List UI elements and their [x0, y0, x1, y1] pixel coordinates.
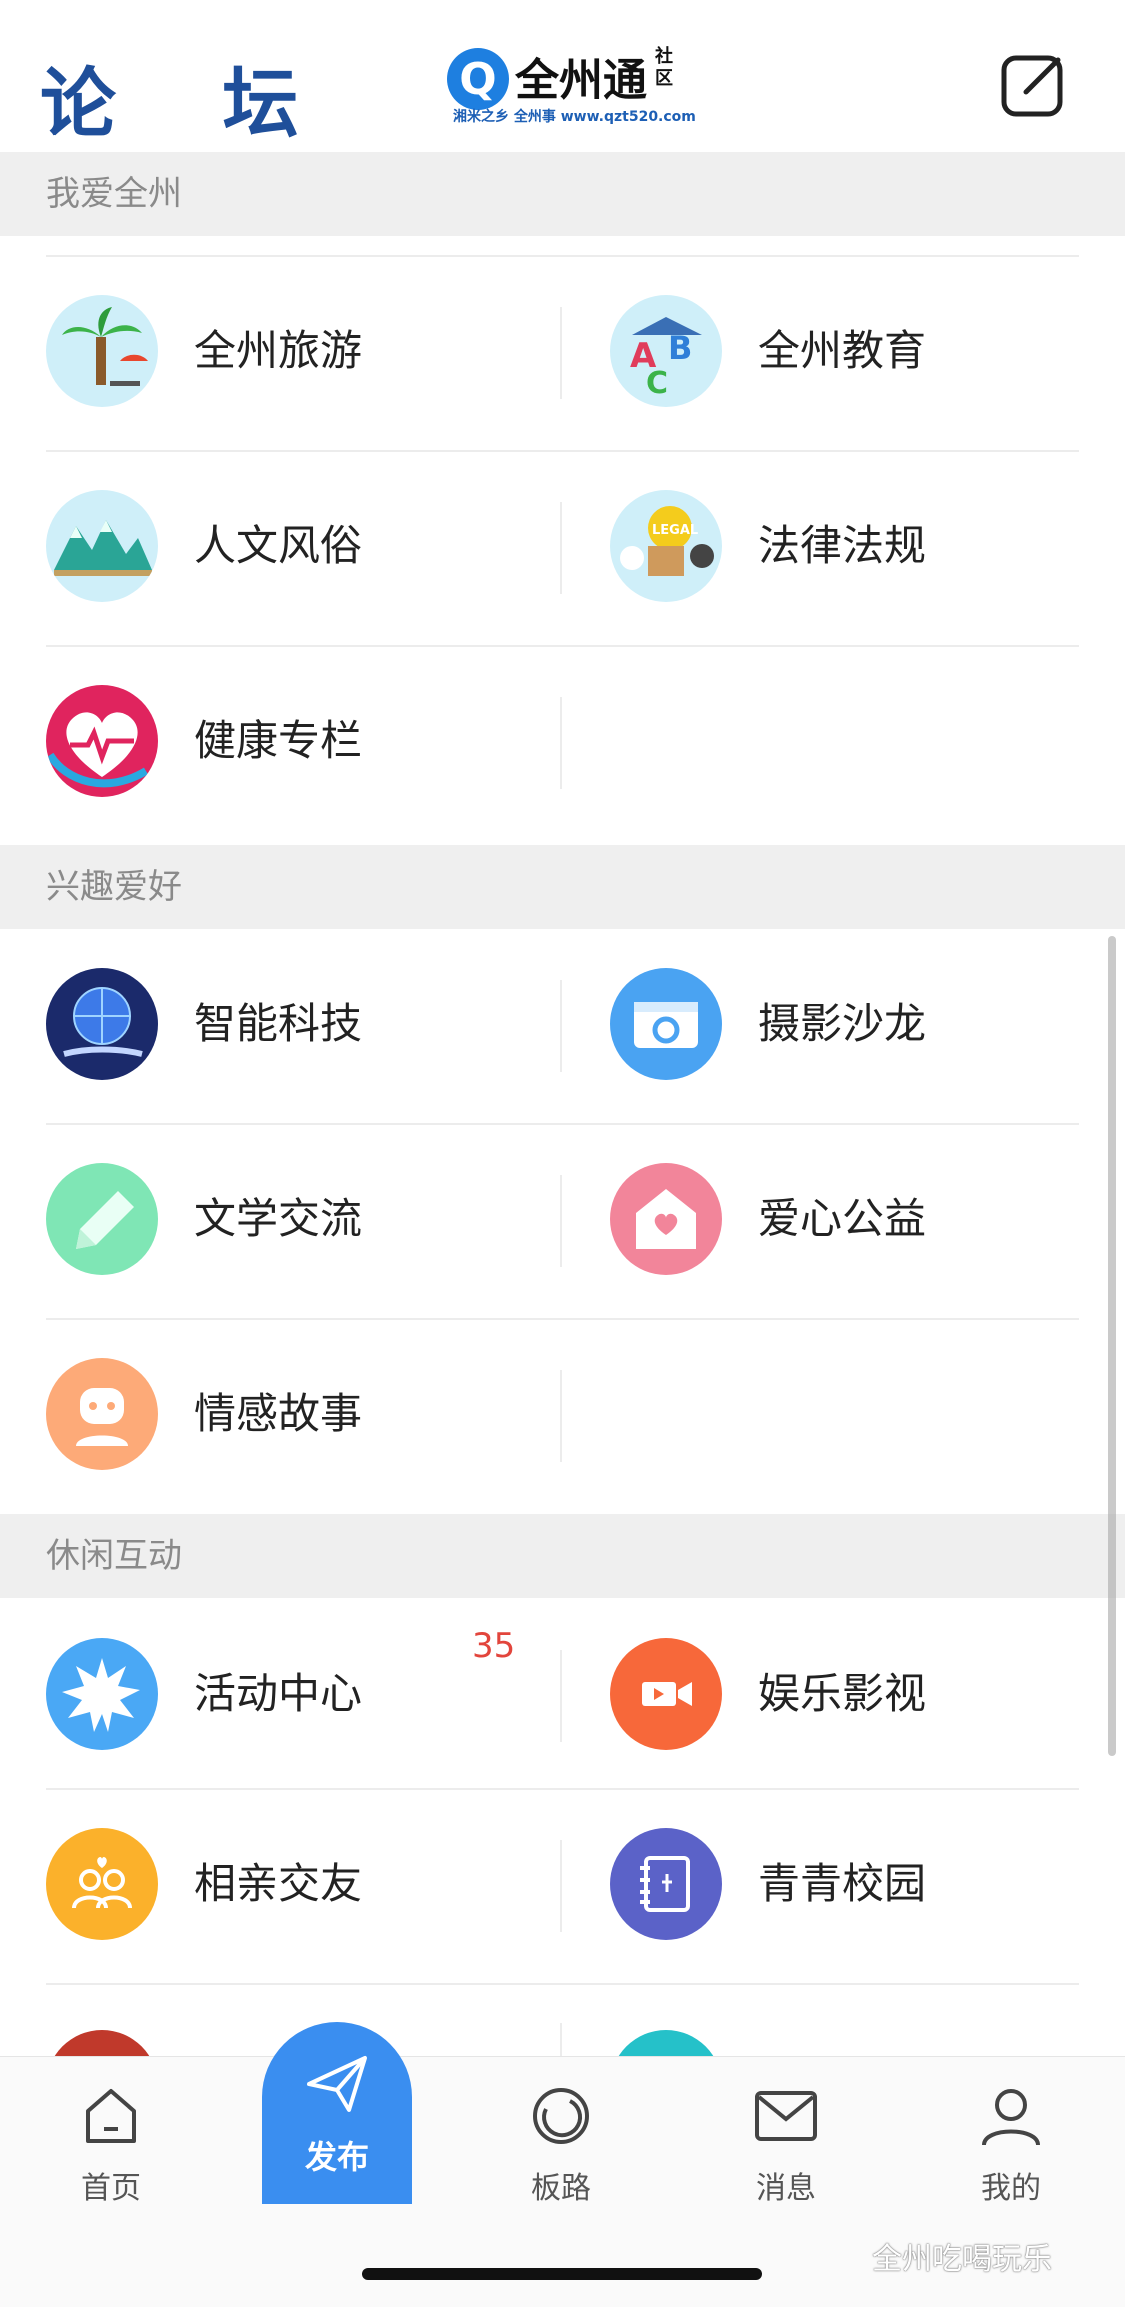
section-header-woaiquanzhou: 我爱全州 — [0, 152, 1125, 236]
user-icon — [982, 2089, 1040, 2146]
legal-scale-icon: LEGAL — [610, 490, 722, 602]
app-logo: Q 全州通 社区 湘米之乡 全州事 www.qzt520.com — [443, 44, 696, 130]
palm-tree-icon — [46, 295, 158, 407]
svg-text:LEGAL: LEGAL — [652, 523, 698, 538]
edit-icon — [1001, 55, 1063, 117]
board-label: 活动中心 — [194, 1669, 363, 1718]
top-bar: 论 坛 Q 全州通 社区 湘米之乡 全州事 www.qzt520.com — [0, 0, 1125, 152]
board-label: 爱心公益 — [758, 1194, 927, 1243]
board-item-education[interactable]: A B C 全州教育 — [610, 255, 1125, 450]
board-item-charity[interactable]: 爱心公益 — [610, 1123, 1125, 1318]
sun-icon — [46, 1638, 158, 1750]
nav-mine[interactable]: 我的 — [946, 2081, 1076, 2207]
board-item-travel[interactable]: 全州旅游 — [46, 255, 586, 450]
section-header-xiuxianhudong: 休闲互动 — [0, 1514, 1125, 1598]
board-label: 青青校园 — [758, 1859, 927, 1908]
home-indicator — [362, 2268, 762, 2280]
nav-boards[interactable]: 板路 — [496, 2081, 626, 2207]
board-item-tech[interactable]: 智能科技 — [46, 928, 586, 1123]
board-row: 活动中心 35 娱乐影视 — [0, 1598, 1125, 1793]
board-item-photography[interactable]: 摄影沙龙 — [610, 928, 1125, 1123]
video-camera-icon — [610, 1638, 722, 1750]
nav-label: 发布 — [304, 2138, 369, 2176]
post-count-badge: 35 — [472, 1626, 516, 1666]
board-item-stories[interactable]: 情感故事 — [46, 1318, 586, 1513]
heart-pulse-icon — [46, 685, 158, 797]
svg-text:C: C — [646, 366, 668, 401]
board-row: 人文风俗 LEGAL 法律法规 — [0, 450, 1125, 645]
board-label: 智能科技 — [194, 999, 363, 1048]
nav-home[interactable]: 首页 — [46, 2081, 176, 2207]
couple-icon — [46, 1828, 158, 1940]
board-item-campus[interactable]: 青青校园 — [610, 1788, 1125, 1983]
logo-name: 全州通 — [515, 55, 647, 106]
home-icon — [86, 2089, 136, 2143]
pencil-icon — [46, 1163, 158, 1275]
board-label: 人文风俗 — [194, 521, 363, 570]
section-header-xingquaihao: 兴趣爱好 — [0, 845, 1125, 929]
board-item-health[interactable]: 健康专栏 — [46, 645, 586, 840]
board-row: 全州旅游 A B C 全州教育 — [0, 255, 1125, 450]
scrollbar[interactable] — [1108, 936, 1116, 1756]
board-label: 娱乐影视 — [758, 1669, 927, 1718]
board-label: 全州旅游 — [194, 326, 363, 375]
board-row: 相亲交友 青青校园 — [0, 1788, 1125, 1983]
paper-plane-icon — [307, 2056, 367, 2112]
face-icon — [46, 1358, 158, 1470]
nav-label: 消息 — [756, 2171, 816, 2206]
board-row: 情感故事 — [0, 1318, 1125, 1513]
mountains-icon — [46, 490, 158, 602]
circle-icon — [533, 2088, 589, 2144]
globe-hand-icon — [46, 968, 158, 1080]
board-label: 全州教育 — [758, 326, 927, 375]
logo-slogan: 湘米之乡 全州事 www.qzt520.com — [453, 109, 696, 125]
board-label: 情感故事 — [194, 1389, 363, 1438]
board-item-activity[interactable]: 活动中心 35 — [46, 1598, 586, 1793]
page-title: 论 坛 — [40, 59, 339, 148]
board-row: 健康专栏 — [0, 645, 1125, 840]
board-label: 健康专栏 — [194, 716, 363, 765]
board-item-dating[interactable]: 相亲交友 — [46, 1788, 586, 1983]
nav-label: 我的 — [981, 2171, 1041, 2206]
board-row: 智能科技 摄影沙龙 — [0, 928, 1125, 1123]
nav-messages[interactable]: 消息 — [721, 2081, 851, 2207]
divider — [46, 1983, 1079, 1985]
board-row: 文学交流 爱心公益 — [0, 1123, 1125, 1318]
board-label: 法律法规 — [758, 521, 927, 570]
heart-house-icon — [610, 1163, 722, 1275]
board-item-culture[interactable]: 人文风俗 — [46, 450, 586, 645]
nav-label: 首页 — [81, 2171, 141, 2206]
mail-icon — [755, 2091, 817, 2141]
logo-mark: Q — [443, 48, 509, 110]
watermark: 全州吃喝玩乐 — [872, 2242, 1052, 2277]
nav-label: 板路 — [531, 2171, 591, 2206]
logo-suffix: 社区 — [655, 46, 673, 89]
board-item-entertainment[interactable]: 娱乐影视 — [610, 1598, 1125, 1793]
edit-post-button[interactable] — [1000, 52, 1066, 118]
board-item-law[interactable]: LEGAL 法律法规 — [610, 450, 1125, 645]
abc-blocks-icon: A B C — [610, 295, 722, 407]
board-label: 文学交流 — [194, 1194, 363, 1243]
svg-text:B: B — [668, 329, 692, 367]
board-label: 相亲交友 — [194, 1859, 363, 1908]
board-label: 摄影沙龙 — [758, 999, 927, 1048]
board-item-literature[interactable]: 文学交流 — [46, 1123, 586, 1318]
notebook-icon — [610, 1828, 722, 1940]
camera-icon — [610, 968, 722, 1080]
publish-button[interactable]: 发布 — [262, 2022, 412, 2204]
